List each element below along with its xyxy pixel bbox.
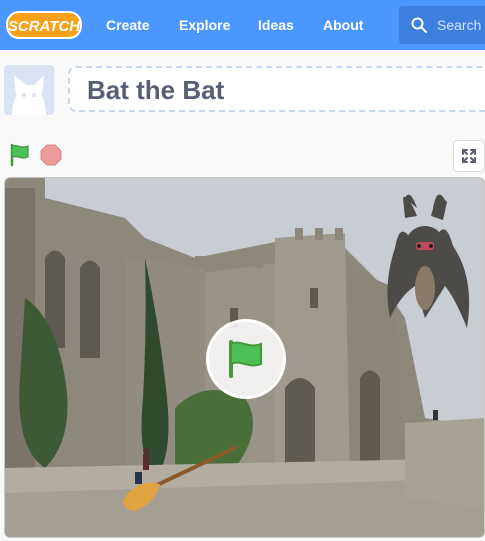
- project-title-field[interactable]: Bat the Bat: [68, 66, 485, 112]
- avatar[interactable]: [4, 65, 54, 115]
- project-title: Bat the Bat: [87, 75, 225, 105]
- green-flag-icon: [229, 340, 262, 378]
- search-input[interactable]: Search: [399, 6, 485, 44]
- scratch-logo[interactable]: SCRATCH: [6, 10, 82, 40]
- nav-create-link[interactable]: Create: [106, 0, 150, 50]
- nav-explore-link[interactable]: Explore: [179, 0, 230, 50]
- green-flag-overlay-button[interactable]: [206, 319, 286, 399]
- project-stage[interactable]: [4, 177, 485, 538]
- search-icon: [411, 17, 427, 33]
- green-flag-icon[interactable]: [9, 143, 31, 167]
- scratch-cat-avatar-icon: [4, 65, 54, 115]
- nav-ideas-link[interactable]: Ideas: [258, 0, 294, 50]
- nav-about-link[interactable]: About: [323, 0, 363, 50]
- stop-icon[interactable]: [40, 144, 62, 166]
- search-placeholder: Search: [437, 17, 482, 33]
- fullscreen-button[interactable]: [453, 140, 485, 172]
- svg-text:SCRATCH: SCRATCH: [8, 18, 81, 35]
- top-nav: SCRATCH Create Explore Ideas About Searc…: [0, 0, 485, 50]
- fullscreen-icon: [462, 149, 476, 163]
